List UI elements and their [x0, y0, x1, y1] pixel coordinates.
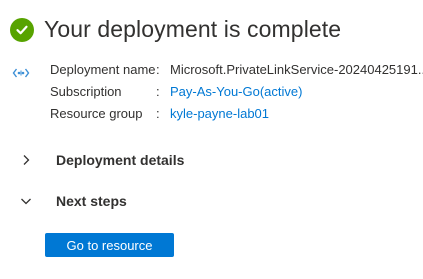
go-to-resource-button[interactable]: Go to resource	[45, 233, 174, 257]
chevron-right-icon	[18, 152, 34, 168]
next-steps-label: Next steps	[56, 193, 127, 209]
deployment-details-label: Deployment details	[56, 152, 185, 168]
resource-group-link[interactable]: kyle-payne-lab01	[170, 106, 269, 121]
deployment-name-label: Deployment name	[50, 61, 156, 77]
separator: :	[156, 61, 160, 77]
deployment-name-row: Deployment name : Microsoft.PrivateLinkS…	[50, 58, 423, 80]
deployment-info: Deployment name : Microsoft.PrivateLinkS…	[50, 58, 423, 124]
resource-group-row: Resource group : kyle-payne-lab01	[50, 102, 423, 124]
next-steps-toggle[interactable]: Next steps	[18, 193, 127, 209]
resource-group-label: Resource group	[50, 105, 143, 121]
success-check-icon	[10, 17, 34, 42]
subscription-link[interactable]: Pay-As-You-Go(active)	[170, 84, 302, 99]
deployment-name-value: Microsoft.PrivateLinkService-20240425191…	[170, 61, 423, 77]
deployment-icon	[12, 66, 30, 80]
deployment-header: Your deployment is complete	[10, 16, 341, 43]
chevron-down-icon	[18, 193, 34, 209]
separator: :	[156, 83, 160, 99]
subscription-label: Subscription	[50, 83, 122, 99]
page-title: Your deployment is complete	[44, 16, 342, 42]
separator: :	[156, 105, 160, 121]
subscription-row: Subscription : Pay-As-You-Go(active)	[50, 80, 423, 102]
deployment-details-toggle[interactable]: Deployment details	[18, 152, 184, 168]
